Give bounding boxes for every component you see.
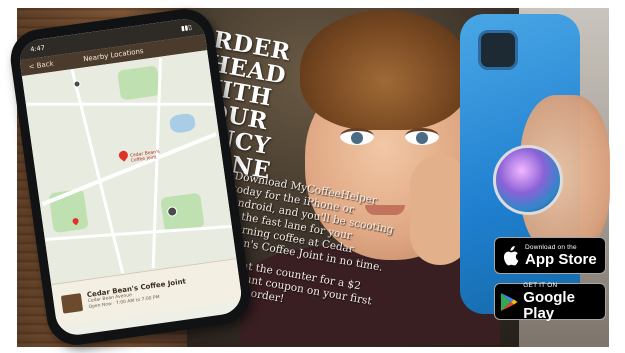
pop-socket-grip xyxy=(493,145,563,215)
boy-hair xyxy=(300,10,470,130)
battery-icon: ▮▮▯ xyxy=(180,23,193,33)
map-park xyxy=(117,65,161,101)
listing-thumbnail xyxy=(60,293,84,314)
app-phone-mockup: 4:47 ▮▮▯ < Back Nearby Locations Cedar B… xyxy=(6,5,255,349)
google-play-text: GET IT ON Google Play xyxy=(523,282,605,322)
google-play-logo-icon xyxy=(495,292,523,312)
boy-right-eye xyxy=(405,128,439,145)
phone-screen: 4:47 ▮▮▯ < Back Nearby Locations Cedar B… xyxy=(17,16,244,338)
app-store-badge[interactable]: Download on the App Store xyxy=(494,237,606,274)
map-view[interactable]: Cedar Bean's Coffee Joint xyxy=(21,50,237,285)
boy-left-eye xyxy=(340,128,374,145)
apple-logo-icon xyxy=(495,245,525,266)
google-play-big-text: Google Play xyxy=(523,288,575,322)
map-road xyxy=(26,102,214,106)
listing-details: Cedar Bean's Coffee Joint Cedar Bean Ave… xyxy=(86,277,188,311)
app-store-big-text: App Store xyxy=(525,250,597,268)
back-button[interactable]: < Back xyxy=(28,60,54,71)
map-water xyxy=(168,112,197,134)
phone-camera-icon xyxy=(478,30,518,70)
app-store-text: Download on the App Store xyxy=(525,244,597,268)
status-time: 4:47 xyxy=(29,43,46,54)
google-play-badge[interactable]: GET IT ON Google Play xyxy=(494,282,606,322)
location-pin-icon[interactable] xyxy=(117,148,130,162)
map-marker-icon xyxy=(73,80,81,88)
